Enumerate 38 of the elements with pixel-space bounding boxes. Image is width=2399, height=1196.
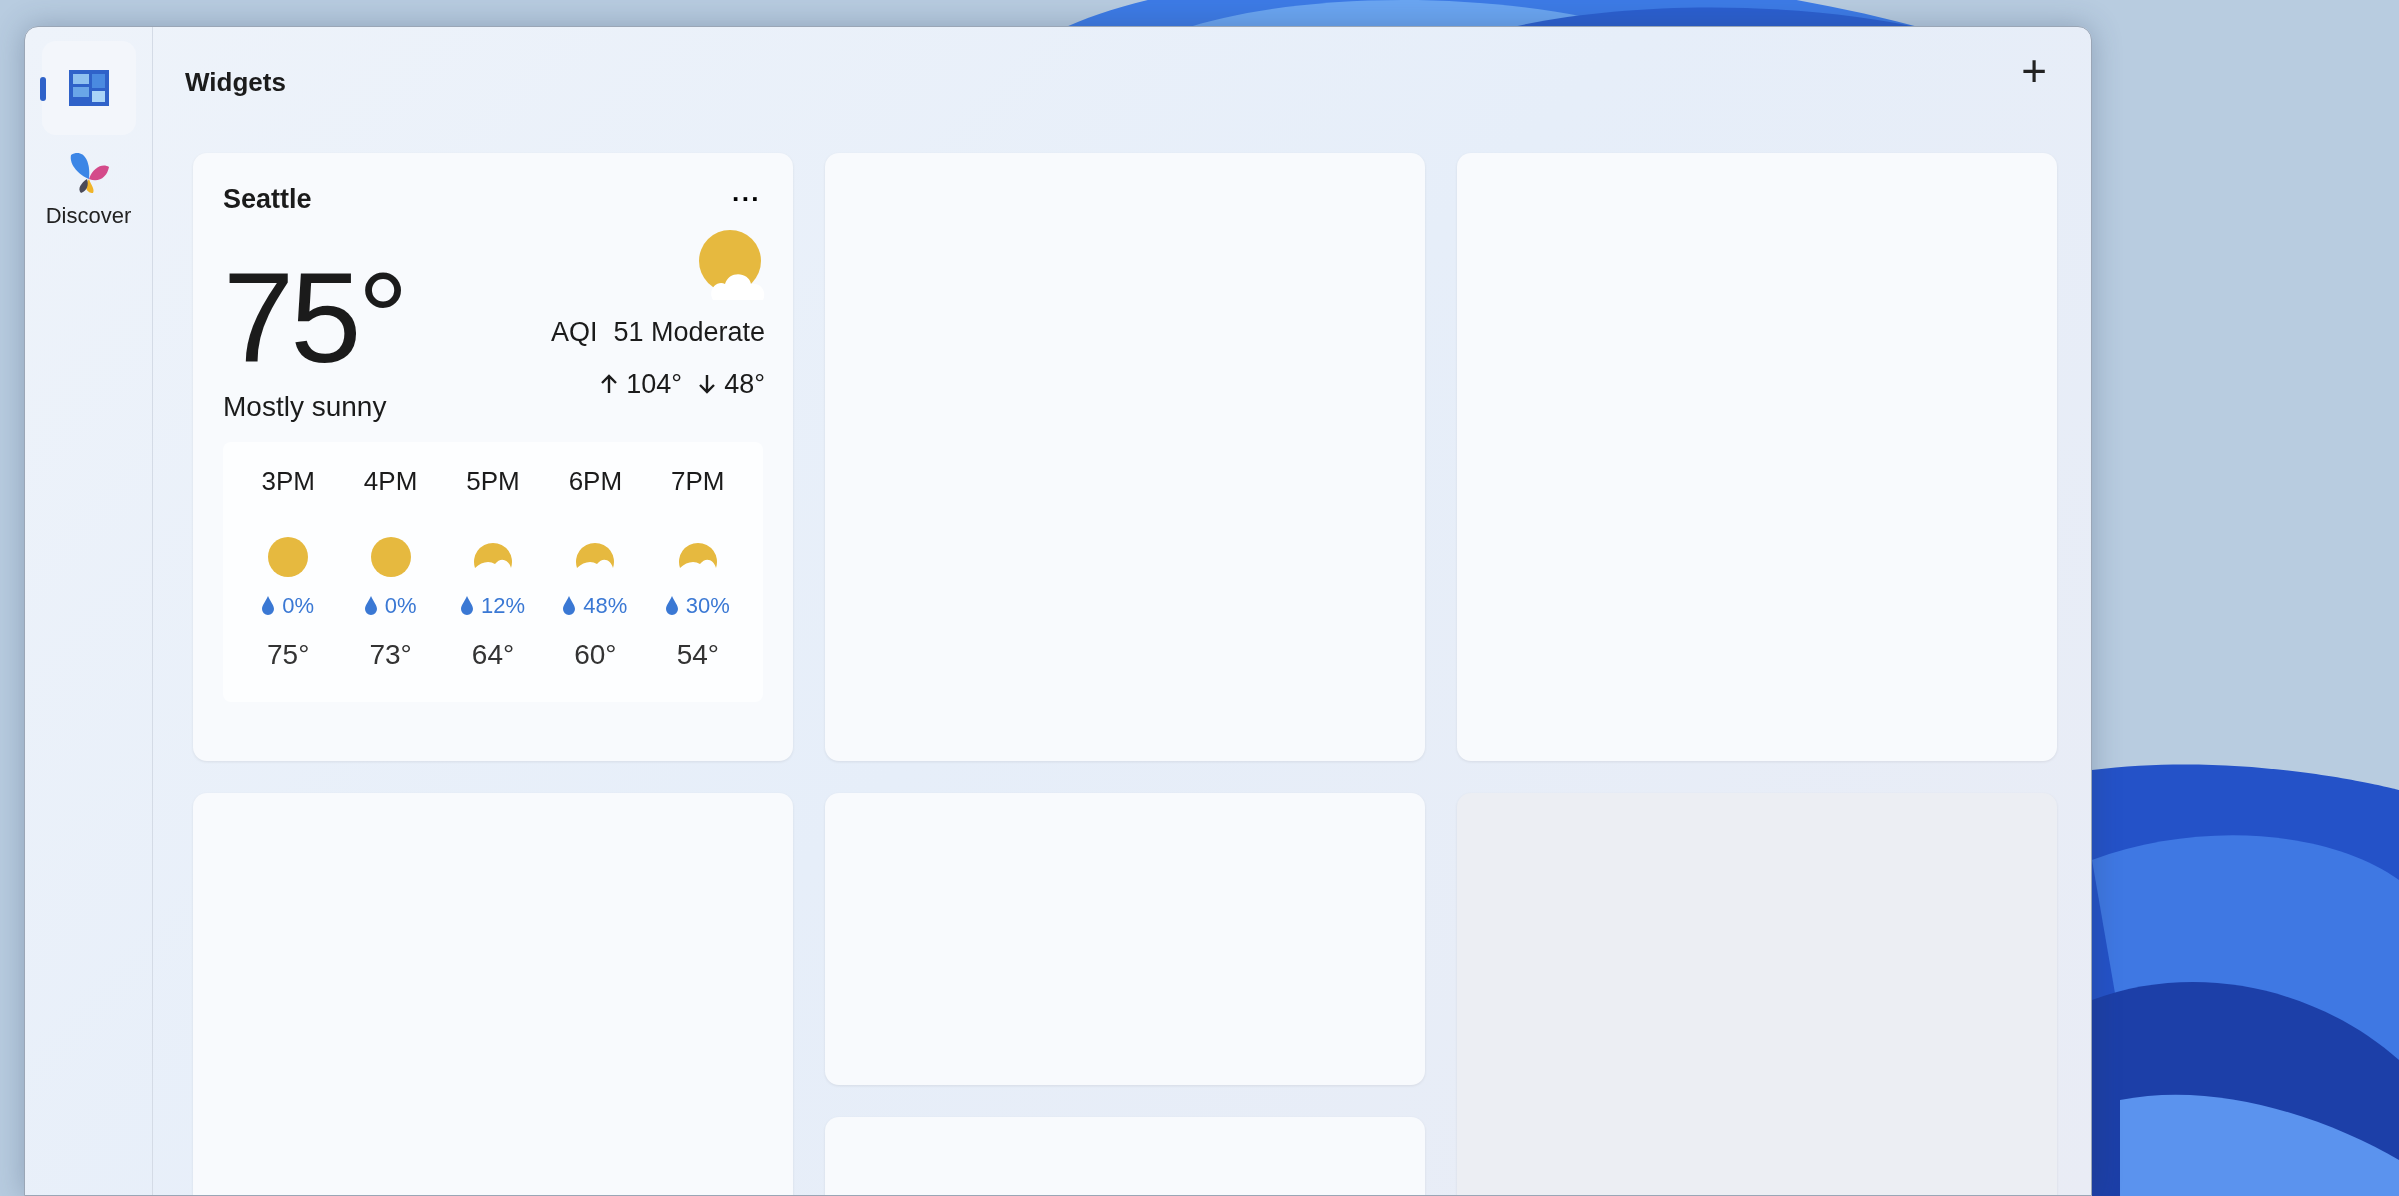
hour-temperature: 54° [676, 637, 719, 672]
precipitation-chance: 0% [384, 591, 417, 620]
hour-label: 4PM [363, 464, 418, 498]
precipitation-chance: 48% [583, 591, 628, 620]
hour-label: 6PM [568, 464, 623, 498]
city-name: Seattle [223, 183, 312, 216]
aqi-value: 51 Moderate [613, 315, 765, 349]
sun-icon [268, 536, 309, 577]
temperature: 75° [223, 253, 405, 382]
hour-temperature: 75° [267, 637, 310, 672]
down-arrow-icon [698, 373, 717, 396]
raindrop-icon [563, 595, 576, 615]
up-arrow-icon [600, 373, 619, 396]
add-widget-button[interactable]: + [2011, 49, 2057, 93]
high-temperature: 104° [626, 368, 683, 401]
aqi-label: AQI [550, 315, 598, 349]
precipitation-chance: 0% [282, 591, 315, 620]
panel-title: Widgets [185, 66, 286, 99]
condition-text: Mostly sunny [223, 389, 388, 424]
precipitation-chance: 30% [685, 591, 730, 620]
low-temperature: 48° [724, 368, 765, 401]
raindrop-icon [262, 595, 275, 615]
sidebar-item[interactable]: Discover [41, 145, 136, 232]
hour-label: 5PM [466, 464, 520, 498]
hour-temperature: 64° [471, 637, 515, 672]
raindrop-icon [460, 595, 473, 615]
widgets-icon [68, 70, 109, 106]
more-button[interactable]: ··· [728, 186, 765, 213]
sidebar-item[interactable] [41, 41, 136, 135]
hour-temperature: 73° [369, 637, 412, 672]
precipitation-chance: 12% [480, 591, 525, 620]
raindrop-icon [364, 595, 377, 615]
hour-temperature: 60° [574, 637, 617, 672]
hour-label: 3PM [261, 464, 315, 498]
raindrop-icon [665, 595, 678, 615]
sun-icon [370, 536, 411, 577]
hour-label: 7PM [671, 464, 725, 498]
partly-sunny-icon [699, 229, 767, 300]
